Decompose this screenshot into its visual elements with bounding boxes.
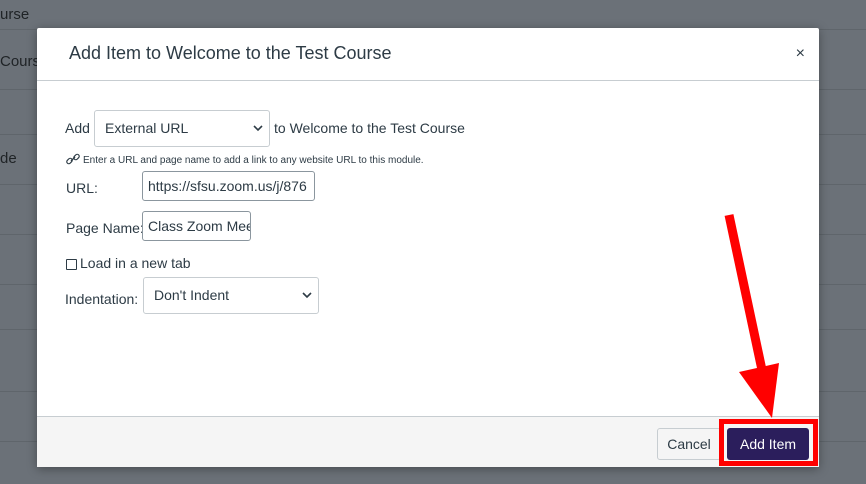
url-hint-text: Enter a URL and page name to add a link … <box>83 155 424 166</box>
indentation-select[interactable]: Don't Indent <box>143 277 319 314</box>
indentation-value: Don't Indent <box>154 287 230 303</box>
background-row-text: de <box>0 150 17 167</box>
cancel-button[interactable]: Cancel <box>657 428 721 460</box>
indentation-label: Indentation: <box>65 291 139 307</box>
to-module-text: to Welcome to the Test Course <box>274 120 465 136</box>
page-name-input-value: Class Zoom Mee <box>148 218 251 234</box>
dialog-title: Add Item to Welcome to the Test Course <box>69 43 392 63</box>
chevron-down-icon <box>253 125 263 132</box>
item-type-value: External URL <box>105 120 189 136</box>
url-input[interactable]: https://sfsu.zoom.us/j/876 <box>142 171 315 201</box>
background-row-text: urse <box>0 6 30 23</box>
chevron-down-icon <box>302 292 312 299</box>
url-label: URL: <box>66 180 98 196</box>
url-hint: Enter a URL and page name to add a link … <box>65 152 424 166</box>
link-icon <box>66 153 80 165</box>
add-label: Add <box>65 120 90 136</box>
page-name-input[interactable]: Class Zoom Mee <box>142 211 251 241</box>
add-item-dialog: Add Item to Welcome to the Test Course ×… <box>37 28 819 467</box>
background-row-text: Cours <box>0 53 41 70</box>
background-row: urse <box>0 0 866 30</box>
dialog-footer: Cancel Add Item <box>37 416 819 467</box>
page-name-label: Page Name: <box>66 220 144 236</box>
new-tab-checkbox[interactable] <box>66 259 77 270</box>
dialog-header: Add Item to Welcome to the Test Course × <box>37 28 819 81</box>
add-item-button[interactable]: Add Item <box>727 428 809 460</box>
item-type-select[interactable]: External URL <box>94 110 270 147</box>
url-input-value: https://sfsu.zoom.us/j/876 <box>148 178 307 194</box>
close-button[interactable]: × <box>796 46 805 62</box>
new-tab-label: Load in a new tab <box>80 255 191 271</box>
